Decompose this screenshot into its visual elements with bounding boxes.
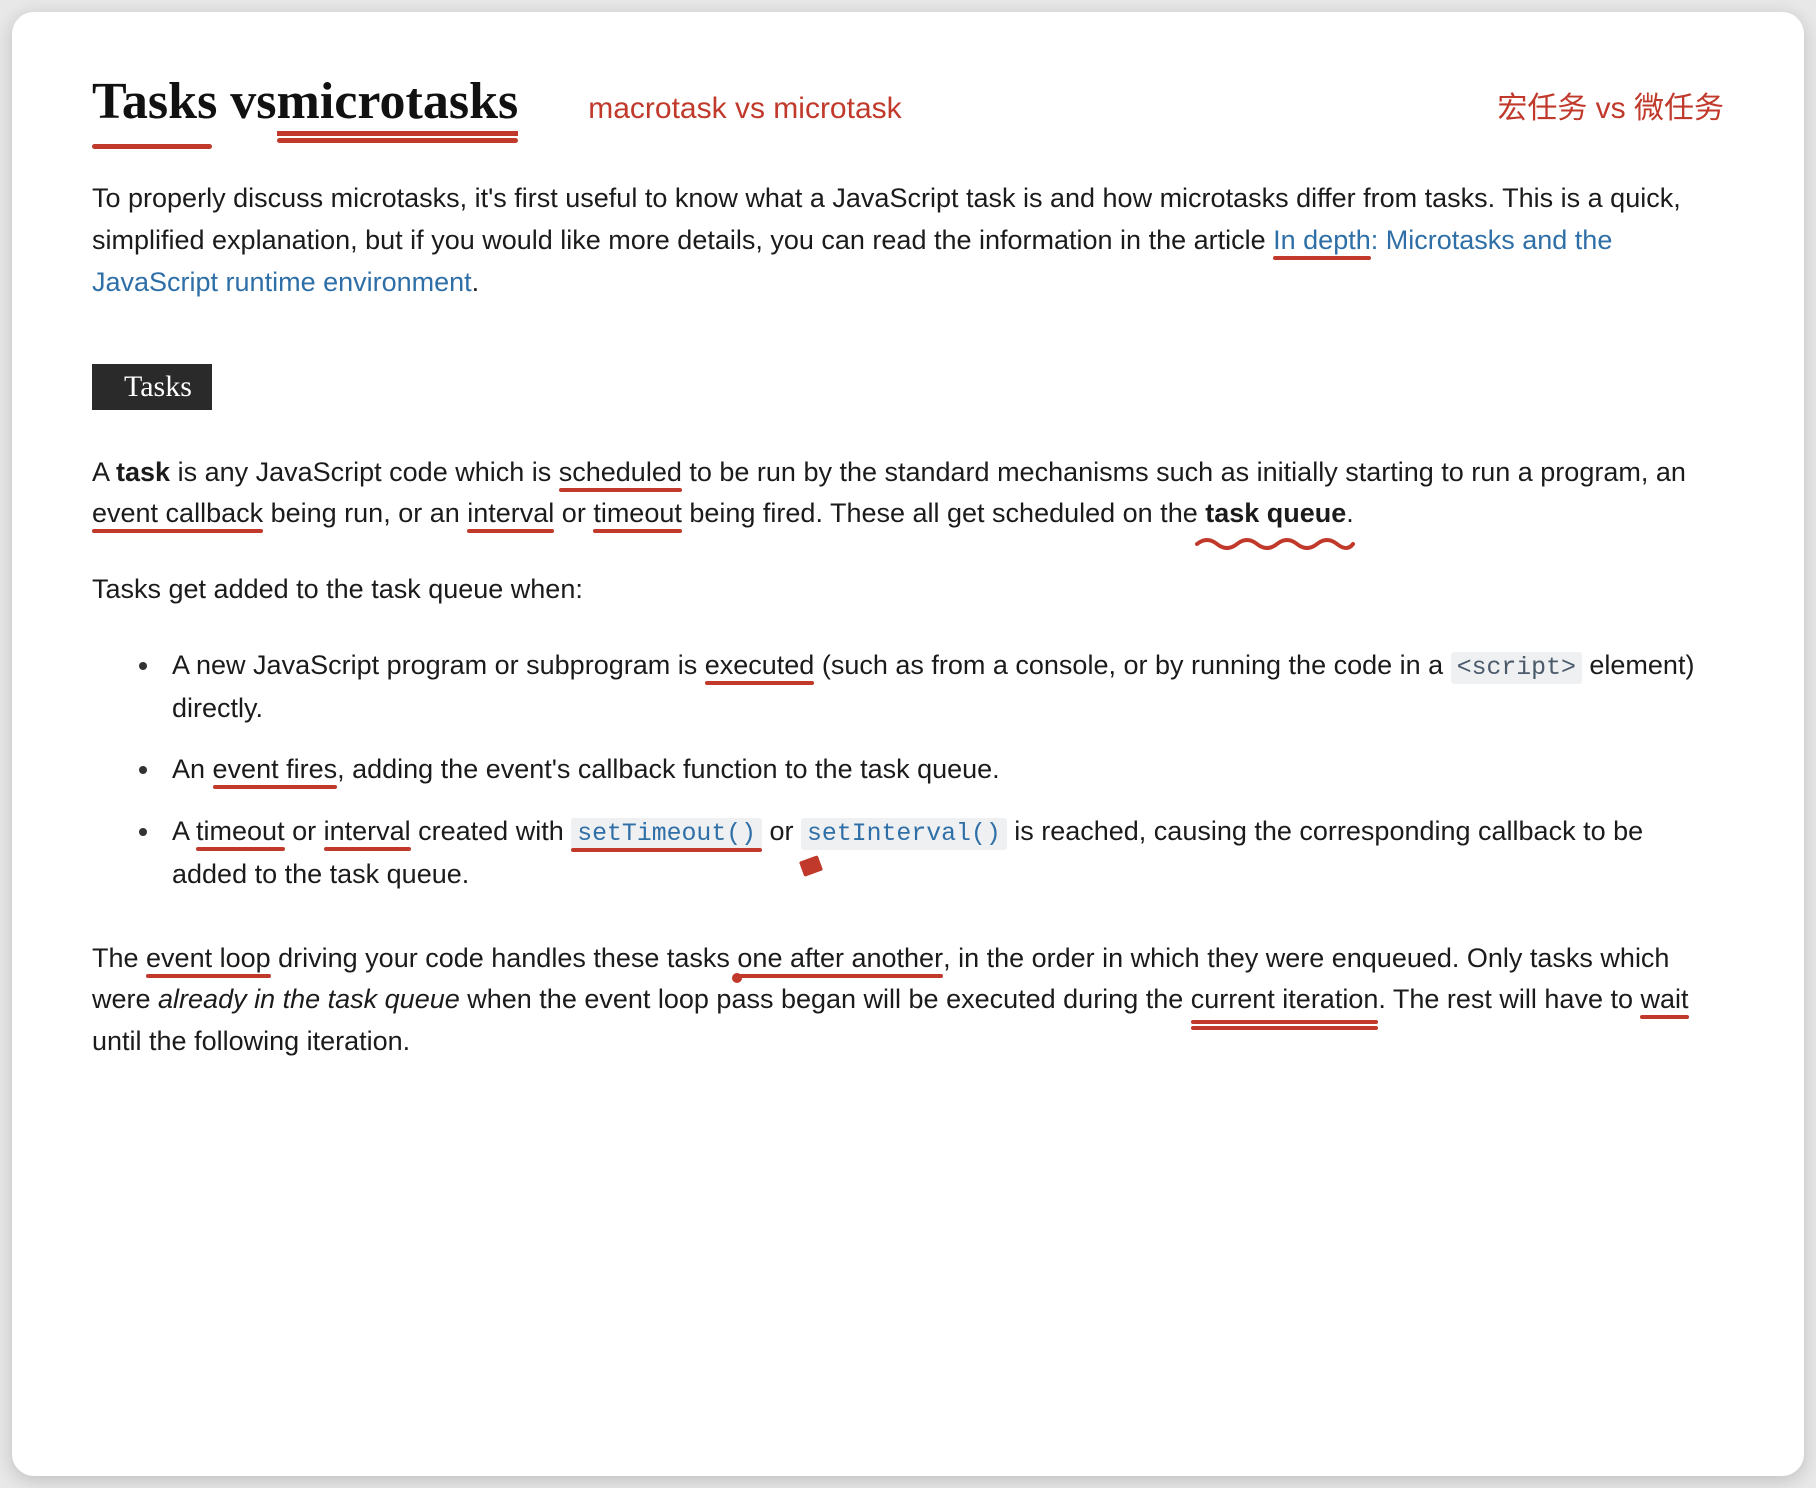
p1-scheduled: scheduled <box>559 457 682 487</box>
tasks-definition-paragraph: A task is any JavaScript code which is s… <box>92 452 1724 536</box>
p3-t4: when the event loop pass began will be e… <box>460 984 1191 1014</box>
annotation-cn: 宏任务 vs 微任务 <box>1497 83 1724 127</box>
bullet-3: A timeout or interval created with setTi… <box>162 811 1724 895</box>
p1-event-callback: event callback <box>92 498 263 528</box>
b1-code-script: <script> <box>1451 652 1582 684</box>
b3-setinterval-wrap: setInterval() <box>801 816 1007 846</box>
b2-t2: , adding the event's callback function t… <box>337 754 1000 784</box>
p1-timeout: timeout <box>593 498 682 528</box>
p3-italic: already in the task queue <box>158 984 460 1014</box>
p3-t6: until the following iteration. <box>92 1026 410 1056</box>
p3-current-iteration: current iteration <box>1191 984 1379 1014</box>
p1-t5: being fired. These all get scheduled on … <box>682 498 1205 528</box>
annotation-en: macrotask vs microtask <box>588 92 901 126</box>
p3-t2: driving your code handles these tasks <box>271 943 738 973</box>
bullet-2: An event fires, adding the event's callb… <box>162 749 1724 791</box>
b3-interval: interval <box>324 816 411 846</box>
tasks-added-when-paragraph: Tasks get added to the task queue when: <box>92 569 1724 611</box>
p1-bold-task: task <box>116 457 170 487</box>
page-title: Tasks vs microtasks <box>92 72 518 136</box>
b3-code-setinterval[interactable]: setInterval() <box>801 818 1007 850</box>
p1-t1: A <box>92 457 116 487</box>
b1-t2: (such as from a console, or by running t… <box>814 650 1450 680</box>
p1-task-queue: task queue <box>1205 498 1346 528</box>
header-row: Tasks vs microtasks macrotask vs microta… <box>92 72 1724 136</box>
p1-t6: . <box>1346 498 1354 528</box>
b1-executed: executed <box>705 650 815 680</box>
b2-t1: An <box>172 754 213 784</box>
tasks-bullet-list: A new JavaScript program or subprogram i… <box>92 645 1724 896</box>
intro-paragraph: To properly discuss microtasks, it's fir… <box>92 178 1724 304</box>
squiggle-icon <box>1195 534 1355 550</box>
intro-text-after: . <box>472 267 480 297</box>
p3-t5: . The rest will have to <box>1378 984 1640 1014</box>
document-card: Tasks vs microtasks macrotask vs microta… <box>12 12 1804 1476</box>
p1-bold-task-queue: task queue <box>1205 498 1346 528</box>
b3-t1a: or <box>285 816 324 846</box>
b3-t2: created with <box>411 816 572 846</box>
p3-event-loop: event loop <box>146 943 271 973</box>
b3-settimeout-wrap: setTimeout() <box>571 816 762 846</box>
bullet-1: A new JavaScript program or subprogram i… <box>162 645 1724 729</box>
section-label: Tasks <box>124 370 192 403</box>
p3-one-after-another: one after another <box>737 943 943 973</box>
p1-t3: to be run by the standard mechanisms suc… <box>682 457 1686 487</box>
title-part-2: microtasks <box>277 72 519 136</box>
b3-t1: A <box>172 816 196 846</box>
b3-code-settimeout[interactable]: setTimeout() <box>571 818 762 850</box>
p1-t4a: or <box>554 498 593 528</box>
p3-t1: The <box>92 943 146 973</box>
b3-t3: or <box>762 816 801 846</box>
event-loop-paragraph: The event loop driving your code handles… <box>92 938 1724 1064</box>
b1-t1: A new JavaScript program or subprogram i… <box>172 650 705 680</box>
p1-interval: interval <box>467 498 554 528</box>
section-badge-tasks: Tasks <box>92 364 212 410</box>
p3-wait: wait <box>1640 984 1688 1014</box>
b2-event-fires: event fires <box>213 754 338 784</box>
title-part-1: Tasks vs <box>92 72 277 131</box>
p1-t4: being run, or an <box>263 498 467 528</box>
intro-link-underlined: In depth <box>1273 225 1371 255</box>
b3-timeout: timeout <box>196 816 285 846</box>
p1-t2: is any JavaScript code which is <box>170 457 559 487</box>
